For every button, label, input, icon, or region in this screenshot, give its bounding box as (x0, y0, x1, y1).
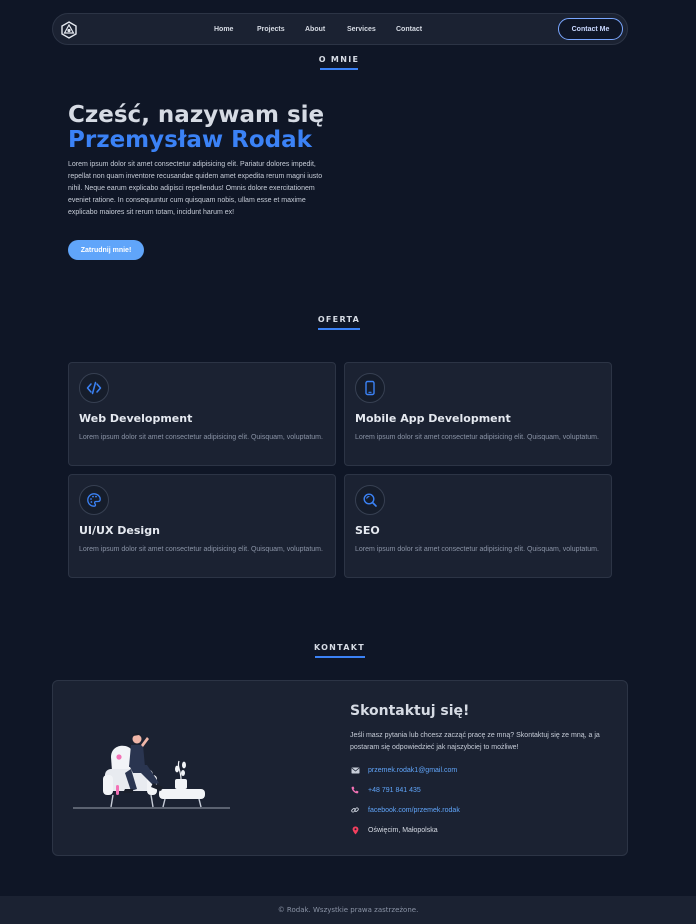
card-description: Lorem ipsum dolor sit amet consectetur a… (79, 546, 323, 553)
contact-phone-link[interactable]: +48 791 841 435 (368, 787, 421, 794)
nav-link-services[interactable]: Services (347, 26, 376, 33)
card-title: UI/UX Design (79, 524, 160, 537)
section-title-about: O MNIE (318, 55, 360, 70)
contact-me-button[interactable]: Contact Me (558, 18, 623, 40)
offer-card-seo: SEO Lorem ipsum dolor sit amet consectet… (344, 474, 612, 578)
section-title-underline (314, 656, 365, 658)
footer-copyright: © Rodak. Wszystkie prawa zastrzeżone. (277, 906, 419, 914)
contact-email-link[interactable]: przemek.rodak1@gmail.com (368, 767, 457, 774)
nav-link-contact[interactable]: Contact (396, 26, 422, 33)
phone-icon (350, 785, 360, 795)
magnifier-icon (355, 485, 385, 515)
section-title-underline (318, 328, 360, 330)
hero-name: Przemysław Rodak (68, 127, 312, 153)
envelope-icon (350, 765, 360, 775)
mobile-phone-icon (355, 373, 385, 403)
hero-greeting: Cześć, nazywam się (68, 102, 325, 128)
section-title-underline (320, 68, 358, 70)
card-description: Lorem ipsum dolor sit amet consectetur a… (355, 546, 599, 553)
hexagon-logo-icon[interactable] (59, 20, 79, 40)
contact-email-row: przemek.rodak1@gmail.com (350, 764, 457, 776)
contact-facebook-row: facebook.com/przemek.rodak (350, 804, 460, 816)
contact-location-text: Oświęcim, Małopolska (368, 826, 438, 834)
card-title: SEO (355, 524, 380, 537)
person-on-armchair-illustration (73, 733, 230, 809)
offer-card-web-development: Web Development Lorem ipsum dolor sit am… (68, 362, 336, 466)
link-icon (350, 805, 360, 815)
code-icon (79, 373, 109, 403)
section-title-contact-text: KONTAKT (313, 643, 366, 652)
contact-facebook-link[interactable]: facebook.com/przemek.rodak (368, 807, 460, 814)
section-title-offer: OFERTA (317, 315, 361, 330)
section-title-offer-text: OFERTA (317, 315, 361, 324)
palette-icon (79, 485, 109, 515)
contact-box: Skontaktuj się! Jeśli masz pytania lub c… (52, 680, 628, 856)
nav-link-projects[interactable]: Projects (257, 26, 285, 33)
nav-link-home[interactable]: Home (214, 26, 233, 33)
hero-description: Lorem ipsum dolor sit amet consectetur a… (68, 161, 323, 216)
footer: © Rodak. Wszystkie prawa zastrzeżone. (0, 896, 696, 924)
navbar: Home Projects About Services Contact Con… (52, 13, 628, 45)
contact-description: Jeśli masz pytania lub chcesz zacząć pra… (350, 732, 600, 751)
map-pin-icon (350, 825, 360, 835)
hire-me-button[interactable]: Zatrudnij mnie! (68, 240, 144, 260)
section-title-contact: KONTAKT (313, 643, 366, 658)
offer-card-ui-ux-design: UI/UX Design Lorem ipsum dolor sit amet … (68, 474, 336, 578)
card-title: Web Development (79, 412, 193, 425)
section-title-about-text: O MNIE (318, 55, 360, 64)
hero-heading: Cześć, nazywam się Przemysław Rodak (68, 103, 368, 153)
contact-location-row: Oświęcim, Małopolska (350, 824, 438, 836)
contact-heading: Skontaktuj się! (350, 703, 470, 719)
offer-card-mobile-app-development: Mobile App Development Lorem ipsum dolor… (344, 362, 612, 466)
card-description: Lorem ipsum dolor sit amet consectetur a… (355, 434, 599, 441)
card-title: Mobile App Development (355, 412, 511, 425)
contact-phone-row: +48 791 841 435 (350, 784, 421, 796)
nav-link-about[interactable]: About (305, 26, 325, 33)
card-description: Lorem ipsum dolor sit amet consectetur a… (79, 434, 323, 441)
